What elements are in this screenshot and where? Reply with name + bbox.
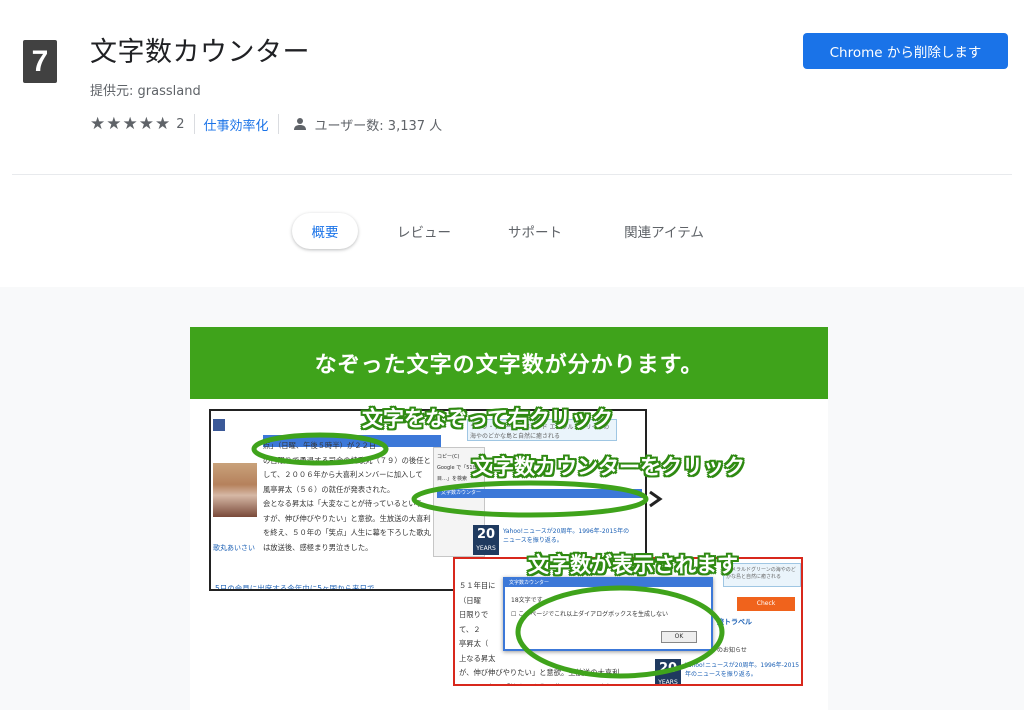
callout-select-text: 文字をなぞって右クリック <box>362 407 613 431</box>
extension-title: 文字数カウンター <box>90 37 310 68</box>
tab-overview[interactable]: 概要 <box>292 213 358 249</box>
callout-shows-count: 文字数が表示されます <box>528 553 738 577</box>
user-icon <box>293 118 306 130</box>
tab-bar: 概要 レビュー サポート 関連アイテム <box>0 213 1024 249</box>
rating-count[interactable]: 2 <box>176 117 184 132</box>
divider <box>277 114 279 134</box>
divider <box>193 114 195 134</box>
star-icon: ★ <box>155 113 171 134</box>
tab-support[interactable]: サポート <box>500 213 570 249</box>
provider-label: 提供元: grassland <box>90 84 201 99</box>
star-icon: ★ <box>106 113 122 134</box>
star-icon: ★ <box>90 113 106 134</box>
remove-from-chrome-button[interactable]: Chrome から削除します <box>803 33 1008 69</box>
star-icon: ★ <box>122 113 138 134</box>
user-count: ユーザー数: 3,137 人 <box>314 118 443 134</box>
screenshot-image[interactable]: なぞった文字の文字数が分かります。 ライフ・ディーダ右部リード エメラルドグリー… <box>190 327 828 710</box>
star-icon: ★ <box>138 113 154 134</box>
tab-reviews[interactable]: レビュー <box>388 213 460 249</box>
highlight-ovals <box>251 432 725 679</box>
category-link[interactable]: 仕事効率化 <box>204 115 269 134</box>
rating-stars[interactable]: ★ ★ ★ ★ ★ <box>90 113 171 134</box>
screenshot-gallery: なぞった文字の文字数が分かります。 ライフ・ディーダ右部リード エメラルドグリー… <box>0 287 1024 710</box>
callout-click-counter: 文字数カウンターをクリック <box>472 455 745 479</box>
extension-logo: 7 <box>23 40 57 83</box>
header-divider <box>12 174 1012 175</box>
tab-related-items[interactable]: 関連アイテム <box>614 213 714 249</box>
extension-meta: ★ ★ ★ ★ ★ 2 仕事効率化 ユーザー数: 3,137 人 <box>90 114 442 134</box>
